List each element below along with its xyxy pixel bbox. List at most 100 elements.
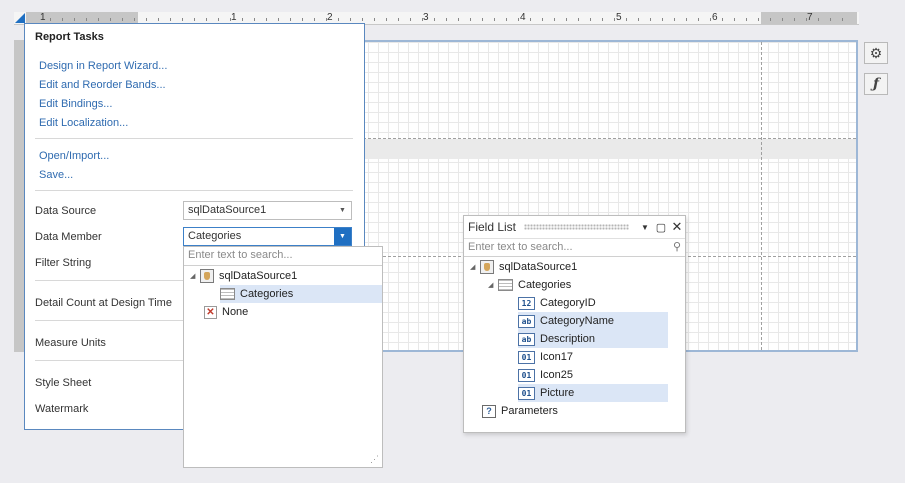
field-item[interactable]: ab CategoryName (518, 312, 668, 330)
ruler-tick (98, 18, 99, 21)
field-item[interactable]: 12 CategoryID (518, 294, 668, 312)
ruler-tick (230, 18, 231, 21)
ruler-tick (278, 18, 279, 21)
tree-item-datasource[interactable]: ◢ sqlDataSource1 (470, 258, 577, 276)
field-item[interactable]: 01 Icon17 (518, 348, 668, 366)
tree-item-label: Categories (518, 279, 572, 291)
field-item[interactable]: 01 Picture (518, 384, 668, 402)
detail-count-label: Detail Count at Design Time (35, 297, 172, 309)
ruler-number: 3 (423, 12, 429, 23)
ruler-tick (638, 18, 639, 21)
ruler-tick (422, 18, 423, 21)
field-search-input[interactable]: Enter text to search... ⚲ (464, 238, 685, 257)
style-sheet-label: Style Sheet (35, 377, 92, 389)
close-icon[interactable]: ✕ (669, 219, 685, 235)
ruler-tick (170, 18, 171, 21)
field-label: Picture (540, 387, 575, 399)
maximize-icon[interactable]: ▢ (653, 221, 669, 234)
field-label: CategoryID (540, 297, 596, 309)
ruler-number: 1 (40, 12, 46, 23)
right-margin-line (761, 42, 762, 350)
function-icon: ƒ (872, 76, 880, 92)
ruler-tick (194, 18, 195, 21)
ruler-tick (578, 18, 579, 21)
tree-item-datasource[interactable]: ◢ sqlDataSource1 (190, 267, 382, 285)
binary-field-icon: 01 (518, 350, 535, 364)
ruler-tick (266, 18, 267, 21)
ruler-tick (542, 18, 543, 21)
chevron-down-icon[interactable]: ▼ (637, 223, 653, 232)
watermark-label: Watermark (35, 403, 89, 415)
field-label: Description (540, 333, 596, 345)
ruler-tick (206, 18, 207, 21)
ruler-tick (434, 18, 435, 21)
edit-bands-link[interactable]: Edit and Reorder Bands... (39, 79, 166, 91)
tree-item-categories[interactable]: ◢ Categories (488, 276, 571, 294)
ruler-tick (86, 18, 87, 21)
ruler-tick (470, 18, 471, 21)
field-label: Icon17 (540, 351, 574, 363)
ruler-tick (74, 18, 75, 21)
parameters-icon: ? (482, 404, 496, 418)
data-source-combo[interactable]: sqlDataSource1 ▼ (183, 201, 352, 220)
dropdown-search-input[interactable]: Enter text to search... (184, 247, 382, 266)
collapse-triangle-icon[interactable]: ◢ (488, 281, 498, 289)
collapse-triangle-icon[interactable]: ◢ (470, 263, 480, 271)
divider (35, 360, 190, 361)
ruler-tick (842, 18, 843, 21)
field-item[interactable]: ab Description (518, 330, 668, 348)
ruler-tick (350, 18, 351, 21)
ruler-tick (722, 18, 723, 21)
resize-grip-icon[interactable]: ⋰ (370, 454, 379, 465)
field-list-header[interactable]: Field List ▼ ▢ ✕ (464, 216, 685, 238)
tree-item-categories[interactable]: Categories (220, 285, 382, 303)
divider (35, 190, 353, 191)
edit-localization-link[interactable]: Edit Localization... (39, 117, 128, 129)
edit-bindings-link[interactable]: Edit Bindings... (39, 98, 112, 110)
string-field-icon: ab (518, 332, 535, 346)
tree-item-parameters[interactable]: ? Parameters (482, 402, 558, 420)
design-wizard-link[interactable]: Design in Report Wizard... (39, 60, 167, 72)
ruler-tick (530, 18, 531, 21)
ruler-tick (626, 18, 627, 21)
save-link[interactable]: Save... (39, 169, 73, 181)
ruler-tick (650, 18, 651, 21)
tree-item-none[interactable]: ✕ None (204, 303, 376, 321)
settings-button[interactable]: ⚙ (864, 42, 888, 64)
ruler-tick (338, 18, 339, 21)
scripts-button[interactable]: ƒ (864, 73, 888, 95)
number-field-icon: 12 (518, 296, 535, 310)
ruler-tick (134, 18, 135, 21)
data-member-value: Categories (188, 230, 242, 242)
tree-item-label: sqlDataSource1 (219, 270, 298, 282)
ruler-tick (602, 18, 603, 21)
ruler-tick (506, 18, 507, 21)
ruler-tick (242, 18, 243, 21)
ruler-tick (110, 18, 111, 21)
ruler-tick (662, 18, 663, 21)
ruler-tick (770, 18, 771, 21)
ruler-tick (122, 18, 123, 21)
database-icon (200, 269, 214, 283)
tree-item-label: Parameters (501, 405, 558, 417)
binary-field-icon: 01 (518, 386, 535, 400)
chevron-down-icon[interactable]: ▼ (334, 202, 351, 219)
ruler-tick (62, 18, 63, 21)
ruler-tick (830, 18, 831, 21)
ruler-number: 2 (327, 12, 333, 23)
ruler-tick (698, 18, 699, 21)
ruler-tick (458, 18, 459, 21)
panel-title: Report Tasks (35, 31, 104, 43)
divider (35, 280, 190, 281)
data-source-value: sqlDataSource1 (188, 204, 267, 216)
field-item[interactable]: 01 Icon25 (518, 366, 668, 384)
open-import-link[interactable]: Open/Import... (39, 150, 109, 162)
drag-handle[interactable] (524, 224, 629, 230)
chevron-down-icon[interactable]: ▼ (334, 228, 351, 245)
ruler-tick (374, 18, 375, 21)
collapse-triangle-icon[interactable]: ◢ (190, 272, 200, 280)
data-member-combo[interactable]: Categories ▼ (183, 227, 352, 246)
ruler-number: 6 (712, 12, 718, 23)
data-member-label: Data Member (35, 231, 102, 243)
ruler-tick (50, 18, 51, 21)
